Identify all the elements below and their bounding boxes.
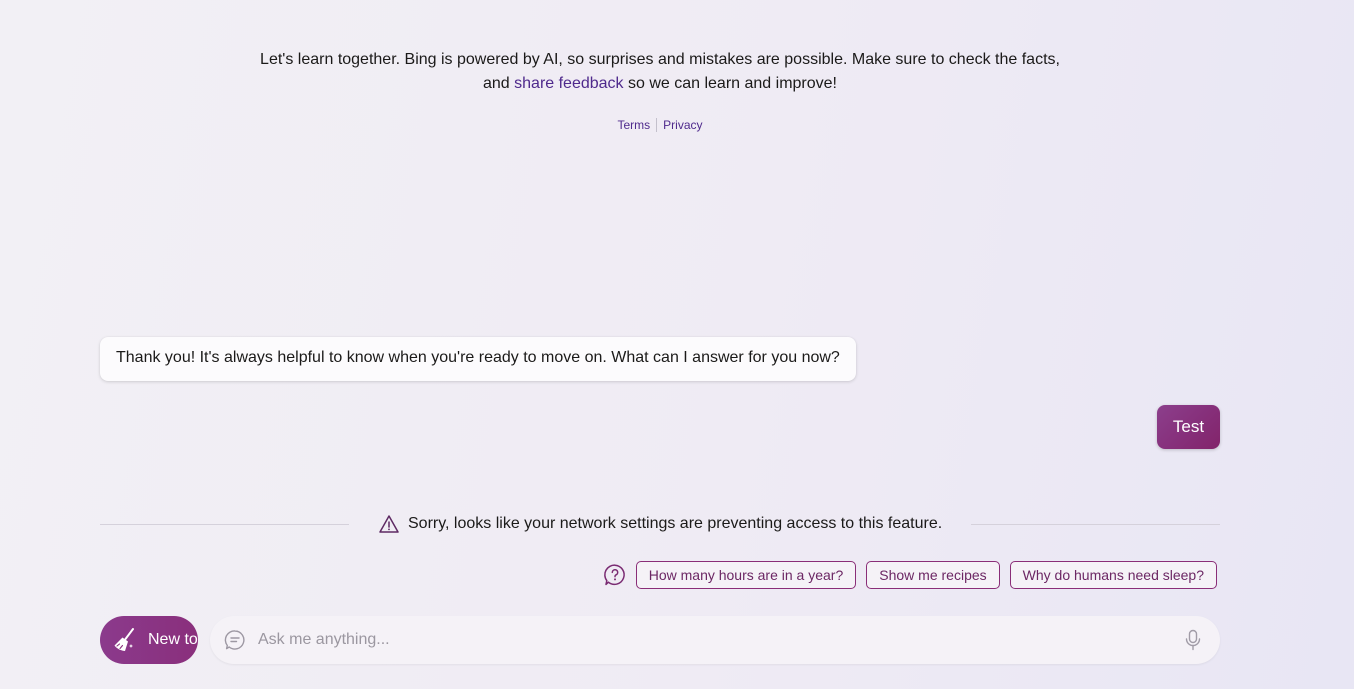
notice-text: Sorry, looks like your network settings … — [408, 515, 943, 532]
suggestion-chip-sleep[interactable]: Why do humans need sleep? — [1009, 561, 1217, 589]
chat-input[interactable] — [256, 624, 1183, 656]
warning-icon — [379, 515, 399, 533]
notice-divider-right — [971, 524, 1220, 525]
new-topic-button[interactable]: New to — [100, 616, 198, 664]
disclaimer-text-end: so we can learn and improve! — [623, 75, 837, 92]
legal-separator — [656, 118, 658, 132]
suggestion-chip-hours[interactable]: How many hours are in a year? — [635, 561, 857, 589]
disclaimer: Let's learn together. Bing is powered by… — [260, 48, 1060, 96]
suggestion-chip-recipes[interactable]: Show me recipes — [866, 561, 1000, 589]
privacy-link[interactable]: Privacy — [663, 118, 702, 132]
chat-input-box[interactable] — [210, 616, 1220, 664]
legal-links: Terms Privacy — [0, 117, 1320, 133]
microphone-icon[interactable] — [1183, 629, 1203, 651]
network-error-notice: Sorry, looks like your network settings … — [378, 513, 942, 535]
terms-link[interactable]: Terms — [617, 118, 650, 132]
new-topic-label: New to — [148, 631, 198, 648]
user-message: Test — [1157, 405, 1220, 449]
suggestion-bar: How many hours are in a year? Show me re… — [603, 561, 1217, 589]
chat-bubble-icon — [224, 630, 245, 650]
notice-divider-left — [100, 524, 349, 525]
bot-message: Thank you! It's always helpful to know w… — [100, 337, 856, 381]
share-feedback-link[interactable]: share feedback — [514, 75, 623, 92]
broom-icon — [114, 628, 134, 651]
help-bubble-icon[interactable] — [603, 563, 627, 587]
